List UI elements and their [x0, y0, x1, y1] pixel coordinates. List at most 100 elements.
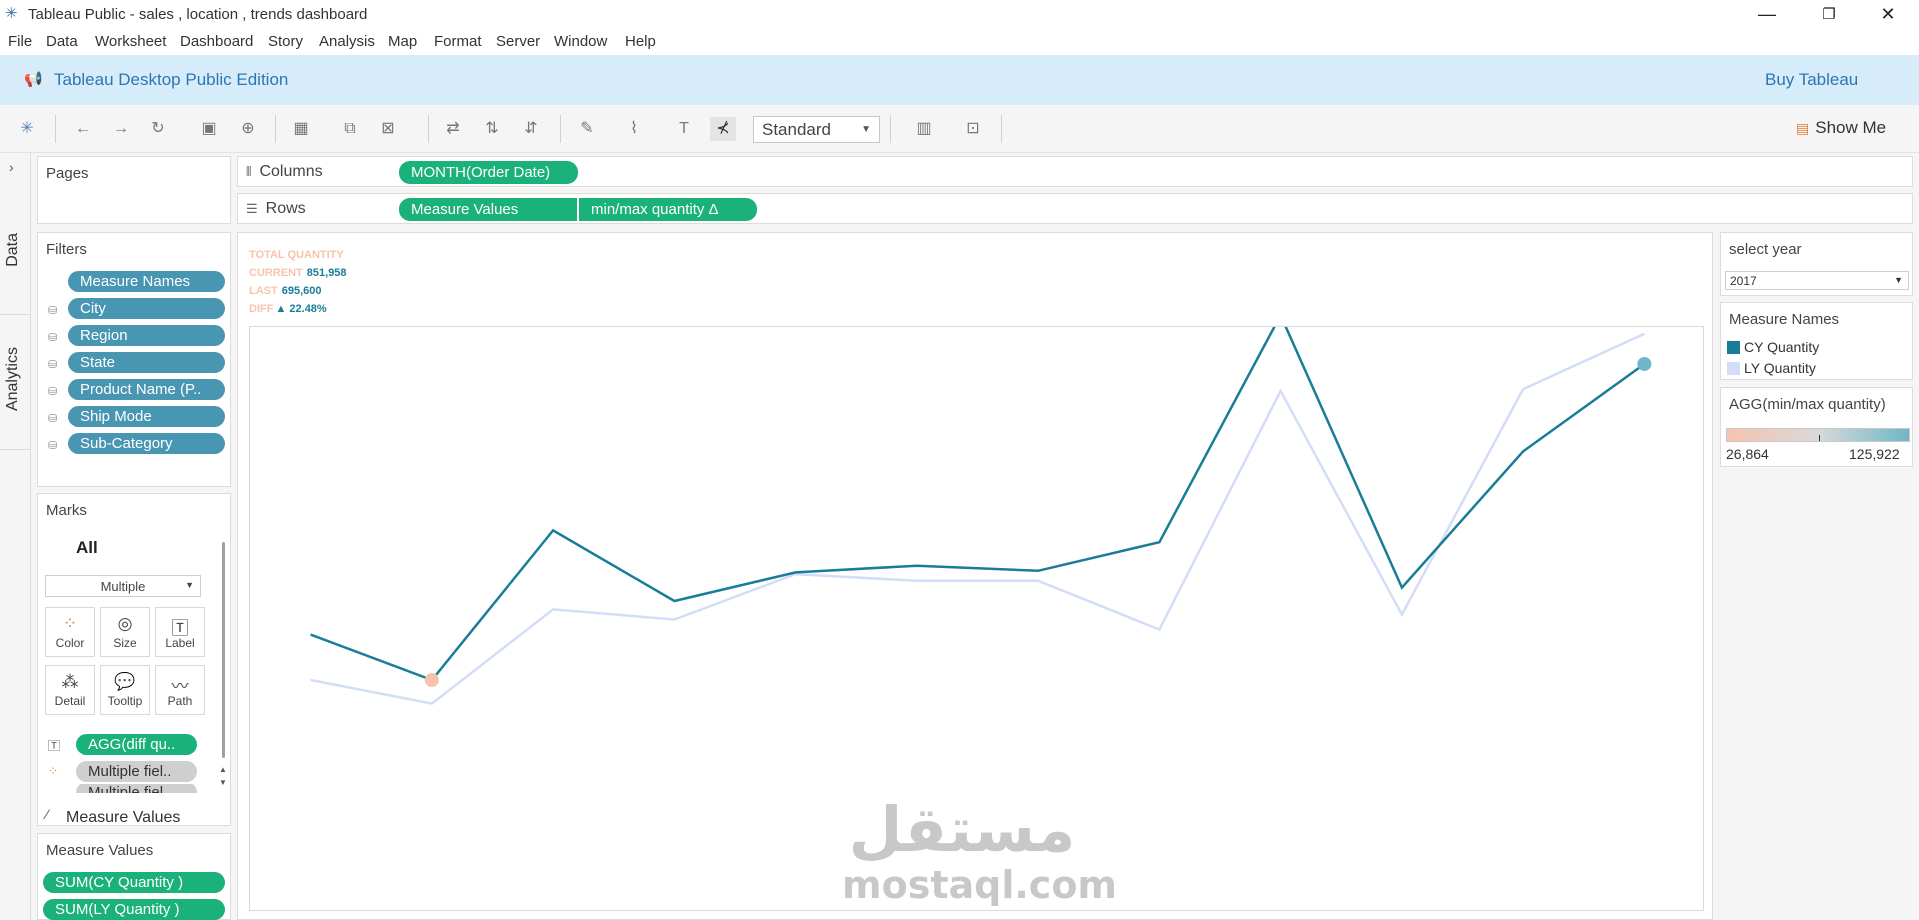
measure-pill-cy-quantity[interactable]: SUM(CY Quantity ) — [43, 872, 225, 893]
sort-ascending-icon[interactable]: ⇅ — [479, 117, 505, 141]
new-datasource-icon[interactable]: ⊕ — [235, 117, 261, 141]
rows-shelf[interactable]: ☰ Rows Measure Values min/max quantity Δ — [237, 193, 1913, 224]
path-button[interactable]: 〰 Path — [155, 665, 205, 715]
filter-pill-sub-category[interactable]: Sub-Category — [68, 433, 225, 454]
measure-values-card-label[interactable]: Measure Values — [66, 809, 180, 827]
close-button[interactable]: ✕ — [1860, 0, 1916, 29]
data-point-ly-quantity-september[interactable] — [1279, 389, 1283, 393]
detail-button[interactable]: ⁂ Detail — [45, 665, 95, 715]
data-point-cy-quantity-november[interactable] — [1521, 449, 1525, 453]
detail-label: Detail — [54, 694, 86, 708]
menu-data[interactable]: Data — [46, 33, 78, 50]
filter-pill-ship-mode[interactable]: Ship Mode — [68, 406, 225, 427]
menu-worksheet[interactable]: Worksheet — [95, 33, 166, 50]
series-line-ly-quantity[interactable] — [310, 332, 1645, 705]
max-quantity-marker[interactable] — [1637, 356, 1652, 371]
menu-map[interactable]: Map — [388, 33, 417, 50]
rows-pill-min-max-quantity[interactable]: min/max quantity Δ — [579, 198, 757, 221]
menu-file[interactable]: File — [8, 33, 32, 50]
min-quantity-marker[interactable] — [424, 673, 439, 688]
sort-descending-icon[interactable]: ⇵ — [518, 117, 544, 141]
data-point-ly-quantity-april[interactable] — [672, 618, 676, 622]
data-point-ly-quantity-july[interactable] — [1036, 579, 1040, 583]
duplicate-sheet-icon[interactable]: ⧉ — [337, 117, 363, 141]
data-point-cy-quantity-june[interactable] — [915, 564, 919, 568]
tab-data[interactable]: Data — [4, 233, 22, 267]
presentation-icon[interactable]: ⊡ — [960, 117, 986, 141]
year-dropdown[interactable]: 2017 ▼ — [1725, 271, 1909, 290]
data-point-cy-quantity-august[interactable] — [1157, 540, 1161, 544]
swap-icon[interactable]: ⇄ — [440, 117, 466, 141]
menu-help[interactable]: Help — [625, 33, 656, 50]
menu-format[interactable]: Format — [434, 33, 482, 50]
expand-chevron-icon[interactable]: › — [9, 159, 14, 175]
undo-icon[interactable]: ← — [70, 117, 96, 141]
filter-pill-measure-names[interactable]: Measure Names — [68, 271, 225, 292]
marks-all-tab[interactable]: All — [76, 538, 98, 558]
redo-icon[interactable]: → — [108, 117, 134, 141]
show-me-button[interactable]: ▤ Show Me — [1796, 118, 1886, 138]
data-point-cy-quantity-may[interactable] — [794, 570, 798, 574]
data-point-ly-quantity-february[interactable] — [430, 702, 434, 706]
cards-icon[interactable]: ▥ — [911, 117, 937, 141]
filter-pill-product-name[interactable]: Product Name (P.. — [68, 379, 225, 400]
pages-shelf[interactable]: Pages — [37, 156, 231, 224]
measure-pill-ly-quantity[interactable]: SUM(LY Quantity ) — [43, 899, 225, 920]
fix-axes-icon[interactable]: ⊀ — [710, 117, 736, 141]
menu-analysis[interactable]: Analysis — [319, 33, 375, 50]
marks-pill-multiple-fields-2[interactable]: Multiple fiel.. — [76, 784, 197, 793]
clear-sheet-icon[interactable]: ⊠ — [375, 117, 401, 141]
scroll-up-icon[interactable]: ▲ — [219, 765, 227, 774]
mark-type-select[interactable]: Multiple ▼ — [45, 575, 201, 597]
data-point-ly-quantity-june[interactable] — [915, 579, 919, 583]
color-legend-min: 26,864 — [1726, 446, 1769, 462]
data-point-ly-quantity-january[interactable] — [309, 678, 313, 682]
minimize-button[interactable]: — — [1739, 0, 1795, 29]
marks-pill-multiple-fields[interactable]: Multiple fiel.. — [76, 761, 197, 782]
menu-dashboard[interactable]: Dashboard — [180, 33, 253, 50]
replay-icon[interactable]: ↻ — [145, 117, 171, 141]
scrollbar-thumb[interactable] — [222, 542, 225, 758]
color-button[interactable]: ⁘ Color — [45, 607, 95, 657]
data-point-ly-quantity-august[interactable] — [1157, 628, 1161, 632]
data-point-ly-quantity-october[interactable] — [1400, 612, 1404, 616]
rows-pill-measure-values[interactable]: Measure Values — [399, 198, 577, 221]
new-worksheet-icon[interactable]: ▦ — [288, 117, 314, 141]
data-point-cy-quantity-march[interactable] — [551, 528, 555, 532]
filter-pill-region[interactable]: Region — [68, 325, 225, 346]
columns-pill-month-order-date[interactable]: MONTH(Order Date) — [399, 161, 578, 184]
menu-window[interactable]: Window — [554, 33, 607, 50]
size-button[interactable]: ◎ Size — [100, 607, 150, 657]
series-line-cy-quantity[interactable] — [310, 312, 1646, 682]
tableau-logo-icon[interactable]: ✳ — [14, 117, 40, 141]
data-point-cy-quantity-april[interactable] — [672, 599, 676, 603]
filter-pill-city[interactable]: City — [68, 298, 225, 319]
data-point-ly-quantity-march[interactable] — [551, 607, 555, 611]
save-icon[interactable]: ▣ — [196, 117, 222, 141]
marks-pill-diff-quantity[interactable]: AGG(diff qu.. — [76, 734, 197, 755]
highlight-icon[interactable]: ✎ — [574, 117, 600, 141]
columns-shelf[interactable]: ⫴ Columns MONTH(Order Date) — [237, 156, 1913, 187]
edition-banner: 📢 Tableau Desktop Public Edition Buy Tab… — [0, 55, 1919, 105]
data-point-ly-quantity-november[interactable] — [1521, 387, 1525, 391]
pages-title: Pages — [46, 165, 89, 182]
tab-analytics[interactable]: Analytics — [4, 347, 22, 411]
data-point-cy-quantity-july[interactable] — [1036, 569, 1040, 573]
legend-label-ly[interactable]: LY Quantity — [1744, 360, 1816, 376]
restore-button[interactable]: ❐ — [1801, 0, 1857, 29]
data-point-ly-quantity-december[interactable] — [1642, 332, 1646, 336]
label-button[interactable]: 🅃 Label — [155, 607, 205, 657]
group-icon[interactable]: ⌇ — [621, 117, 647, 141]
fit-select[interactable]: Standard ▼ — [753, 116, 880, 143]
menu-server[interactable]: Server — [496, 33, 540, 50]
data-point-cy-quantity-january[interactable] — [309, 633, 313, 637]
menu-story[interactable]: Story — [268, 33, 303, 50]
scroll-down-icon[interactable]: ▼ — [219, 778, 227, 787]
filter-pill-state[interactable]: State — [68, 352, 225, 373]
marks-scrollbar[interactable]: ▲ ▼ — [218, 532, 230, 802]
tooltip-button[interactable]: 💬 Tooltip — [100, 665, 150, 715]
buy-tableau-link[interactable]: Buy Tableau — [1765, 70, 1858, 90]
data-point-cy-quantity-october[interactable] — [1400, 586, 1404, 590]
labels-icon[interactable]: T — [671, 117, 697, 141]
legend-label-cy[interactable]: CY Quantity — [1744, 339, 1819, 355]
